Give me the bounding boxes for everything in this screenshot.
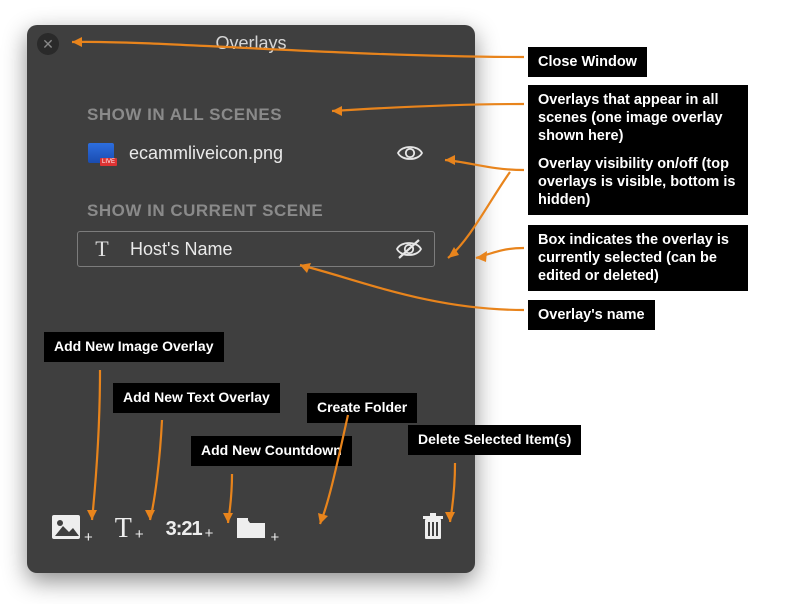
plus-icon: + xyxy=(84,531,93,545)
titlebar: ✕ Overlays xyxy=(27,25,475,61)
add-text-overlay-button[interactable]: T + xyxy=(115,516,144,542)
add-image-overlay-button[interactable]: + xyxy=(51,514,93,545)
toolbar: + T + 3:21 + + xyxy=(27,509,475,549)
callout-selected: Box indicates the overlay is currently s… xyxy=(528,225,748,291)
overlay-row-selected[interactable]: T Host's Name xyxy=(77,231,435,267)
section-all-scenes-label: SHOW IN ALL SCENES xyxy=(87,105,475,125)
callout-visibility: Overlay visibility on/off (top overlays … xyxy=(528,149,748,215)
overlay-name-label: Host's Name xyxy=(130,239,394,260)
close-button[interactable]: ✕ xyxy=(37,33,59,55)
callout-create-folder: Create Folder xyxy=(307,393,417,423)
folder-icon xyxy=(235,514,267,545)
overlay-name-label: ecammliveicon.png xyxy=(129,143,395,164)
create-folder-button[interactable]: + xyxy=(235,514,279,545)
callout-add-image: Add New Image Overlay xyxy=(44,332,224,362)
add-countdown-button[interactable]: 3:21 + xyxy=(166,518,214,541)
visibility-on-icon[interactable] xyxy=(395,143,425,163)
callout-add-text: Add New Text Overlay xyxy=(113,383,280,413)
plus-icon: + xyxy=(205,527,214,541)
delete-button[interactable] xyxy=(421,513,445,546)
overlay-row[interactable]: ecammliveicon.png xyxy=(77,135,435,171)
image-overlay-icon xyxy=(87,143,115,163)
callout-close: Close Window xyxy=(528,47,647,77)
overlays-panel: ✕ Overlays SHOW IN ALL SCENES ecammlivei… xyxy=(27,25,475,573)
text-icon: T xyxy=(115,516,132,542)
countdown-icon: 3:21 xyxy=(166,518,202,541)
trash-icon xyxy=(421,513,445,546)
callout-add-countdown: Add New Countdown xyxy=(191,436,352,466)
section-current-scene-label: SHOW IN CURRENT SCENE xyxy=(87,201,475,221)
callout-overlay-name: Overlay's name xyxy=(528,300,655,330)
plus-icon: + xyxy=(135,528,144,542)
close-icon: ✕ xyxy=(42,36,54,52)
panel-title: Overlays xyxy=(27,25,475,61)
visibility-off-icon[interactable] xyxy=(394,238,424,260)
plus-icon: + xyxy=(270,531,279,545)
image-icon xyxy=(51,514,81,545)
callout-all-scenes: Overlays that appear in all scenes (one … xyxy=(528,85,748,151)
text-overlay-icon: T xyxy=(88,236,116,262)
callout-delete: Delete Selected Item(s) xyxy=(408,425,581,455)
